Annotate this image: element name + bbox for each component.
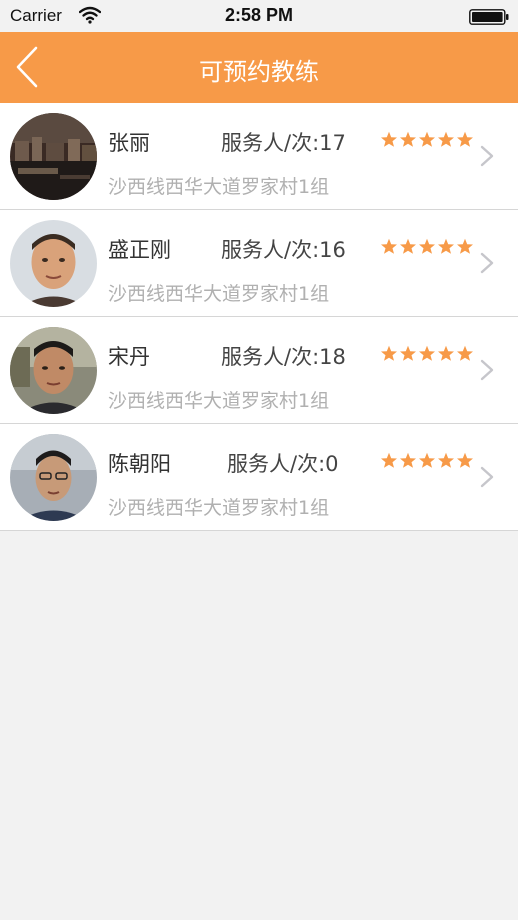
star-icon bbox=[457, 345, 473, 361]
rating-stars bbox=[381, 131, 473, 147]
coach-address: 沙西线西华大道罗家村1组 bbox=[108, 497, 330, 519]
chevron-right-icon bbox=[480, 466, 494, 488]
coach-row[interactable]: 陈朝阳 服务人/次:0 沙西线西华大道罗家村1组 bbox=[0, 424, 518, 531]
star-icon bbox=[419, 238, 435, 254]
star-icon bbox=[438, 452, 454, 468]
chevron-right-icon bbox=[480, 145, 494, 167]
chevron-right-icon bbox=[480, 252, 494, 274]
service-count: 服务人/次:17 bbox=[221, 131, 346, 155]
coach-name: 张丽 bbox=[108, 131, 150, 155]
status-bar: Carrier 2:58 PM bbox=[0, 0, 518, 32]
coach-row[interactable]: 张丽 服务人/次:17 沙西线西华大道罗家村1组 bbox=[0, 103, 518, 210]
star-icon bbox=[457, 238, 473, 254]
coach-avatar bbox=[10, 327, 97, 414]
star-icon bbox=[381, 131, 397, 147]
battery-icon bbox=[469, 9, 509, 25]
rating-stars bbox=[381, 238, 473, 254]
star-icon bbox=[400, 452, 416, 468]
coach-address: 沙西线西华大道罗家村1组 bbox=[108, 176, 330, 198]
star-icon bbox=[438, 238, 454, 254]
star-icon bbox=[381, 452, 397, 468]
star-icon bbox=[400, 238, 416, 254]
coach-address: 沙西线西华大道罗家村1组 bbox=[108, 283, 330, 305]
star-icon bbox=[381, 238, 397, 254]
service-count: 服务人/次:0 bbox=[227, 452, 339, 476]
star-icon bbox=[438, 131, 454, 147]
coach-name: 陈朝阳 bbox=[108, 452, 171, 476]
coach-name: 盛正刚 bbox=[108, 238, 171, 262]
coach-avatar bbox=[10, 113, 97, 200]
coach-avatar bbox=[10, 220, 97, 307]
rating-stars bbox=[381, 345, 473, 361]
star-icon bbox=[438, 345, 454, 361]
star-icon bbox=[419, 345, 435, 361]
chevron-right-icon bbox=[480, 359, 494, 381]
star-icon bbox=[400, 345, 416, 361]
coach-address: 沙西线西华大道罗家村1组 bbox=[108, 390, 330, 412]
star-icon bbox=[381, 345, 397, 361]
coach-row[interactable]: 宋丹 服务人/次:18 沙西线西华大道罗家村1组 bbox=[0, 317, 518, 424]
star-icon bbox=[419, 452, 435, 468]
service-count: 服务人/次:16 bbox=[221, 238, 346, 262]
coach-row[interactable]: 盛正刚 服务人/次:16 沙西线西华大道罗家村1组 bbox=[0, 210, 518, 317]
nav-bar: 可预约教练 bbox=[0, 32, 518, 103]
coach-list: 张丽 服务人/次:17 沙西线西华大道罗家村1组 盛正刚 服务人/次:16 沙西… bbox=[0, 103, 518, 531]
coach-avatar bbox=[10, 434, 97, 521]
star-icon bbox=[457, 131, 473, 147]
star-icon bbox=[419, 131, 435, 147]
rating-stars bbox=[381, 452, 473, 468]
page-title: 可预约教练 bbox=[199, 58, 319, 86]
coach-name: 宋丹 bbox=[108, 345, 150, 369]
status-time: 2:58 PM bbox=[224, 5, 294, 25]
star-icon bbox=[400, 131, 416, 147]
service-count: 服务人/次:18 bbox=[221, 345, 346, 369]
star-icon bbox=[457, 452, 473, 468]
